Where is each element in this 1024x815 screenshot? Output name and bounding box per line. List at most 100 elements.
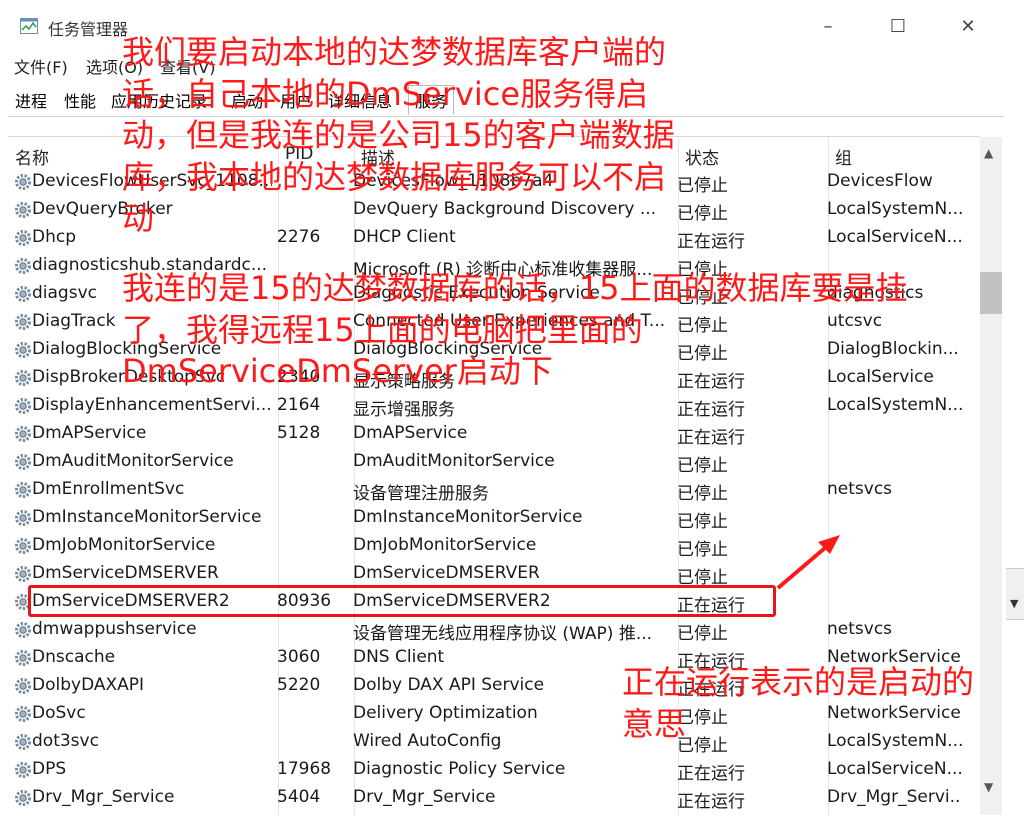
cell-name: DolbyDAXAPI xyxy=(32,675,145,695)
service-gear-icon xyxy=(15,790,31,806)
cell-status: 已停止 xyxy=(677,204,728,224)
cell-pid: 2164 xyxy=(277,395,321,415)
service-gear-icon xyxy=(15,426,31,442)
cell-desc: Delivery Optimization xyxy=(353,703,538,723)
cell-status: 已停止 xyxy=(677,176,728,196)
cell-status: 正在运行 xyxy=(677,232,745,252)
service-gear-icon xyxy=(15,538,31,554)
column-header-group[interactable]: 组 xyxy=(835,144,852,169)
service-gear-icon xyxy=(15,370,31,386)
maximize-button[interactable]: ☐ xyxy=(883,12,913,42)
service-gear-icon xyxy=(15,650,31,666)
cell-desc: DmAPService xyxy=(353,423,468,443)
scroll-down-icon[interactable]: ▼ xyxy=(984,780,993,794)
table-row[interactable]: DmInstanceMonitorService DmInstanceMonito… xyxy=(8,504,980,532)
cell-status: 已停止 xyxy=(677,624,728,644)
highlight-box xyxy=(28,585,776,617)
cell-group: netsvcs xyxy=(827,619,893,639)
table-row[interactable]: DPS 17968 Diagnostic Policy Service 正在运行 Loc… xyxy=(8,756,980,784)
task-manager-icon xyxy=(20,18,38,34)
cell-status: 已停止 xyxy=(677,540,728,560)
cell-group: netsvcs xyxy=(827,479,893,499)
cell-desc: 设备管理注册服务 xyxy=(353,484,489,504)
cell-pid: 17968 xyxy=(277,759,332,779)
cell-name: Drv_Mgr_Service xyxy=(32,787,175,807)
cell-name: DoSvc xyxy=(32,703,86,723)
service-gear-icon xyxy=(15,258,31,274)
cell-name: DmEnrollmentSvc xyxy=(32,479,185,499)
service-gear-icon xyxy=(15,482,31,498)
service-gear-icon xyxy=(15,734,31,750)
cell-group: LocalSystemN... xyxy=(827,395,962,415)
tab-performance[interactable]: 性能 xyxy=(64,88,96,112)
window-title: 任务管理器 xyxy=(48,20,129,39)
cell-desc: Drv_Mgr_Service xyxy=(353,787,496,807)
service-gear-icon xyxy=(15,510,31,526)
column-header-status[interactable]: 状态 xyxy=(685,144,719,169)
service-gear-icon xyxy=(15,202,31,218)
cell-status: 正在运行 xyxy=(677,792,745,812)
cell-status: 已停止 xyxy=(677,484,728,504)
cell-name: DPS xyxy=(32,759,67,779)
table-row[interactable]: dmwappushservice 设备管理无线应用程序协议 (WAP) 推... 已… xyxy=(8,616,980,644)
service-gear-icon xyxy=(15,678,31,694)
service-gear-icon xyxy=(15,454,31,470)
annotation-middle: 我连的是15的达梦数据库的话，15上面的数据库要是挂了，我得远程15上面的电脑把… xyxy=(122,269,908,391)
cell-desc: Wired AutoConfig xyxy=(353,731,502,751)
cell-name: DmAuditMonitorService xyxy=(32,451,234,471)
column-header-name[interactable]: 名称 xyxy=(15,144,49,169)
cell-name: Dhcp xyxy=(32,227,77,247)
table-row[interactable]: DisplayEnhancementServi... 2164 显示增强服务 正在运行… xyxy=(8,392,980,420)
scroll-up-icon[interactable]: ▲ xyxy=(984,146,993,160)
background-window xyxy=(1006,0,1024,815)
service-gear-icon xyxy=(15,622,31,638)
cell-status: 已停止 xyxy=(677,456,728,476)
cell-name: DmAPService xyxy=(32,423,147,443)
cell-name: DmServiceDMSERVER xyxy=(32,563,219,583)
service-gear-icon xyxy=(15,174,31,190)
cell-desc: DmServiceDMSERVER xyxy=(353,563,540,583)
table-row[interactable]: DmJobMonitorService DmJobMonitorService 已停… xyxy=(8,532,980,560)
service-gear-icon xyxy=(15,342,31,358)
table-row[interactable]: DmServiceDMSERVER DmServiceDMSERVER 已停止 xyxy=(8,560,980,588)
cell-name: DisplayEnhancementServi... xyxy=(32,395,272,415)
cell-desc: 设备管理无线应用程序协议 (WAP) 推... xyxy=(353,624,653,644)
table-row[interactable]: Drv_Mgr_Service 5404 Drv_Mgr_Service 正在运行 Dr… xyxy=(8,784,980,812)
annotation-bottom: 正在运行表示的是启动的意思 xyxy=(622,663,975,743)
cell-name: Dnscache xyxy=(32,647,116,667)
service-gear-icon xyxy=(15,398,31,414)
cell-status: 正在运行 xyxy=(677,764,745,784)
minimize-button[interactable]: – xyxy=(813,12,843,42)
chevron-down-icon: ▼ xyxy=(1010,597,1019,610)
table-row[interactable]: DmAuditMonitorService DmAuditMonitorServi… xyxy=(8,448,980,476)
cell-status: 正在运行 xyxy=(677,400,745,420)
cell-status: 正在运行 xyxy=(677,428,745,448)
annotation-top: 我们要启动本地的达梦数据库客户端的话，自己本地的DmService服务得启动，但… xyxy=(122,33,675,238)
table-row[interactable]: DmAPService 5128 DmAPService 正在运行 xyxy=(8,420,980,448)
cell-pid: 5404 xyxy=(277,787,321,807)
background-window-scroll-strip xyxy=(1006,568,1024,620)
cell-name: diagsvc xyxy=(32,283,97,303)
cell-desc: 显示增强服务 xyxy=(353,400,455,420)
menu-file[interactable]: 文件(F) xyxy=(14,54,68,78)
cell-desc: Dolby DAX API Service xyxy=(353,675,545,695)
scrollbar-thumb[interactable] xyxy=(980,272,1002,314)
cell-name: dot3svc xyxy=(32,731,99,751)
service-gear-icon xyxy=(15,566,31,582)
cell-desc: DmAuditMonitorService xyxy=(353,451,555,471)
close-button[interactable]: ✕ xyxy=(953,12,983,42)
service-gear-icon xyxy=(15,706,31,722)
cell-pid: 5220 xyxy=(277,675,321,695)
cell-pid: 5128 xyxy=(277,423,321,443)
cell-name: DiagTrack xyxy=(32,311,116,331)
table-row[interactable]: DmEnrollmentSvc 设备管理注册服务 已停止 netsvcs xyxy=(8,476,980,504)
cell-name: dmwappushservice xyxy=(32,619,197,639)
cell-desc: DNS Client xyxy=(353,647,445,667)
cell-pid: 3060 xyxy=(277,647,321,667)
cell-desc: Diagnostic Policy Service xyxy=(353,759,566,779)
cell-group: LocalServiceN... xyxy=(827,759,962,779)
service-gear-icon xyxy=(15,230,31,246)
cell-group: Drv_Mgr_Servi... xyxy=(827,787,962,807)
tab-processes[interactable]: 进程 xyxy=(15,88,47,112)
cell-desc: DmJobMonitorService xyxy=(353,535,537,555)
